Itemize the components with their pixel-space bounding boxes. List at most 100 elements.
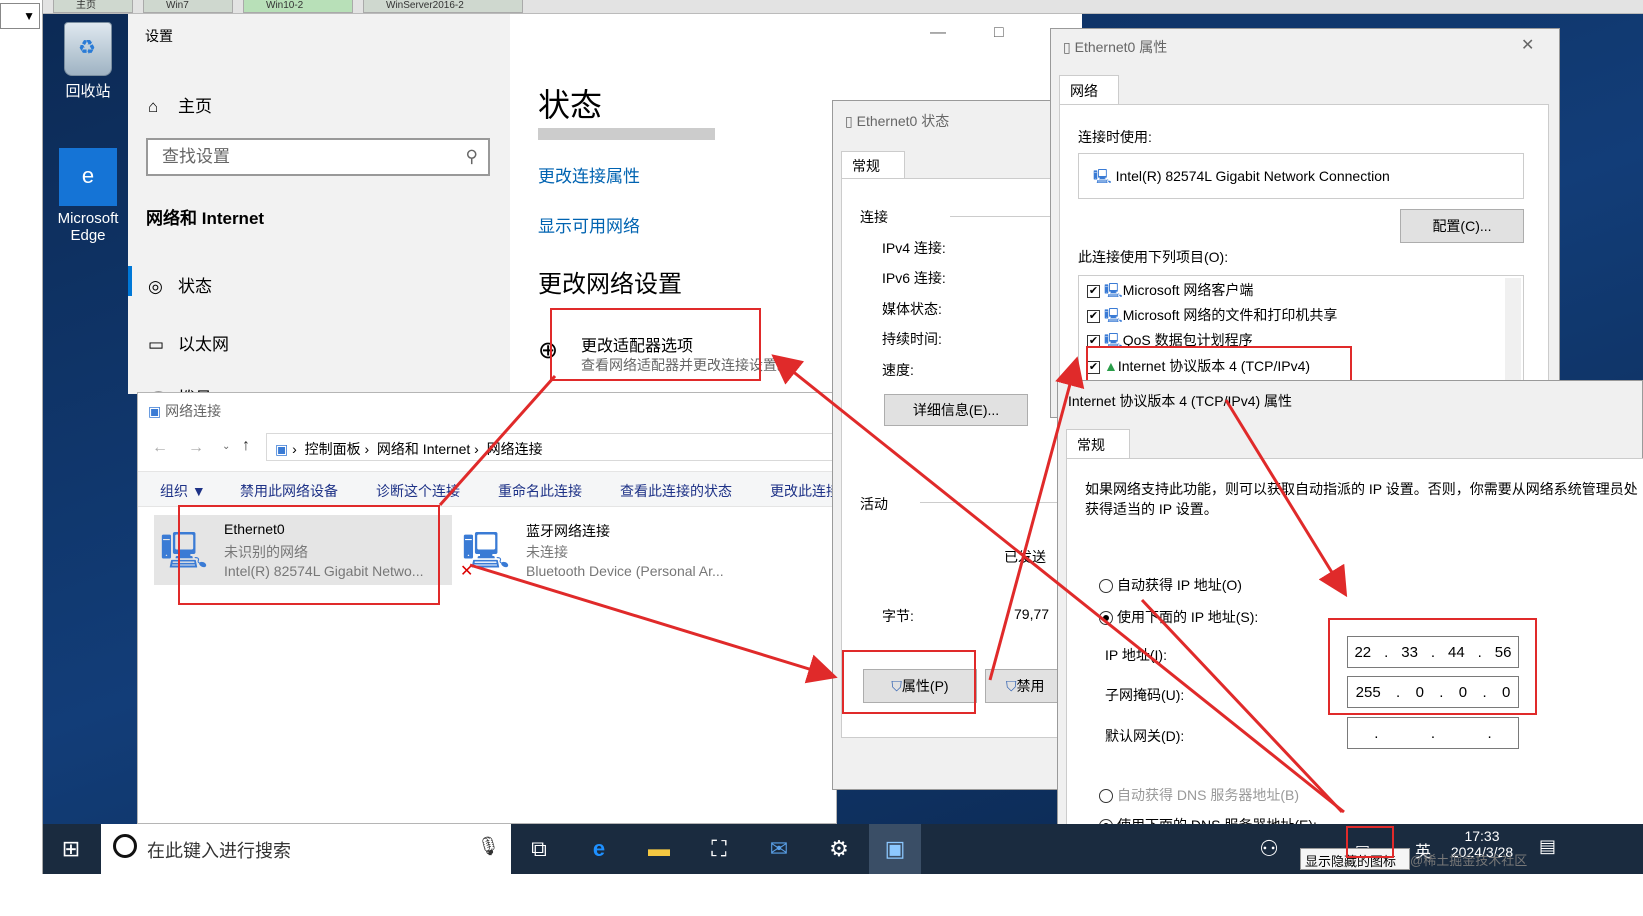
up-icon[interactable]: ↑ [242,437,250,455]
row-speed: 速度: [882,362,914,378]
home-icon: ⌂ [148,97,159,116]
desktop-icon-edge[interactable]: e Microsoft Edge [43,148,133,244]
category-title: 网络和 Internet [146,209,265,228]
desktop-icon-recycle-bin[interactable]: 回收站 [43,22,133,101]
tab-networking[interactable]: 网络 [1059,75,1119,105]
vm-tab[interactable]: WinServer2016-2 [363,0,523,13]
vm-tab[interactable]: Win7 [143,0,233,13]
settings-sidebar: 设置 ⌂主页 查找设置⚲ 网络和 Internet ◎状态 ▭以太网 ☎拨号 [128,14,510,394]
share-icon: 🖳 [1104,307,1123,323]
configure-button[interactable]: 配置(C)... [1400,209,1524,243]
windows-start-icon[interactable]: ⊞ [55,834,87,864]
row-duration: 持续时间: [882,331,942,347]
section-connection: 连接 [860,209,888,225]
list-item[interactable]: ✔ 🖳Microsoft 网络的文件和打印机共享 [1087,305,1337,329]
desktop-icon-label: Edge [70,227,106,244]
task-view-icon[interactable]: ⧉ [523,834,555,864]
watermark: @稀土掘金技术社区 [1410,853,1528,868]
tab-general[interactable]: 常规 [1066,429,1130,459]
back-icon[interactable]: ← [152,439,168,457]
microphone-icon[interactable]: 🎙 [477,836,500,857]
row-ipv6: IPv6 连接: [882,270,946,286]
chevron-down-icon[interactable]: ⌄ [222,441,230,452]
taskbar-search-input[interactable]: 在此键入进行搜索 🎙 [101,824,511,874]
breadcrumb-item: 网络和 Internet [376,441,471,457]
maximize-button[interactable]: □ [994,24,1004,42]
desktop-icon-label: 回收站 [65,83,111,100]
store-icon[interactable]: ⛶ [703,834,735,864]
adapter-name: 蓝牙网络连接 [526,523,610,539]
ipv4-properties-window: Internet 协议版本 4 (TCP/IPv4) 属性 常规 如果网络支持此… [1057,380,1643,831]
auto-dns-radio[interactable]: 自动获得 DNS 服务器地址(B) [1099,785,1299,805]
radio-button[interactable] [1099,611,1113,626]
checkbox[interactable]: ✔ [1087,309,1100,323]
file-explorer-icon[interactable]: ▬ [643,834,675,864]
adapter-item-bluetooth[interactable]: 🖳 ✕ 蓝牙网络连接 未连接 Bluetooth Device (Persona… [460,515,760,585]
nav-ethernet[interactable]: ▭ 以太网 [148,330,229,355]
section-title: 更改网络设置 [538,271,682,298]
host-bottom-strip [0,874,1643,916]
link-change-connection-properties[interactable]: 更改连接属性 [538,162,640,187]
shield-icon: ⛉ [1006,678,1017,694]
breadcrumb-item: 控制面板 [304,441,361,457]
globe-icon: ◎ [148,277,163,296]
close-icon[interactable]: ✕ [1521,35,1534,55]
row-media: 媒体状态: [882,301,942,317]
list-item[interactable]: ✔ 🖳Microsoft 网络客户端 [1087,280,1253,304]
monitor-icon: ▭ [148,335,165,354]
notification-icon[interactable]: ▤ [1539,836,1556,857]
adapter-icon: ▯ [1063,39,1071,55]
checkbox[interactable]: ✔ [1087,284,1100,298]
link-show-available-networks[interactable]: 显示可用网络 [538,212,640,237]
row-ipv4: IPv4 连接: [882,240,946,256]
radio-button[interactable] [1099,789,1113,804]
chevron-down-icon: ▼ [23,9,35,23]
settings-search-input[interactable]: 查找设置 ⚲ [146,138,490,176]
forward-icon[interactable]: → [188,439,204,457]
diagnose-button[interactable]: 诊断这个连接 [376,481,460,501]
mail-icon[interactable]: ✉ [763,834,795,864]
control-panel-icon: ▣ [275,441,289,457]
organize-menu[interactable]: 组织 ▼ [160,481,206,501]
rename-button[interactable]: 重命名此连接 [498,481,582,501]
edge-icon[interactable]: e [583,834,615,864]
settings-gear-icon[interactable]: ⚙ [823,834,855,864]
network-folder-icon: ▣ [148,403,162,419]
annotation-box [550,308,761,381]
recycle-bin-icon [64,22,112,76]
breadcrumb[interactable]: ▣ › 控制面板 › 网络和 Internet › 网络连接 [266,433,838,461]
gateway-field[interactable]: ... [1347,717,1519,749]
radio-button[interactable] [1099,579,1113,594]
auto-ip-radio[interactable]: 自动获得 IP 地址(O) [1099,575,1242,595]
host-sidebar [0,0,43,916]
view-status-button[interactable]: 查看此连接的状态 [620,481,732,501]
description-text: 如果网络支持此功能，则可以获取自动指派的 IP 设置。否则，你需要从网络系统管理… [1085,481,1638,517]
adapter-name-field: 🖳 Intel(R) 82574L Gigabit Network Connec… [1078,153,1524,199]
annotation-box [1328,618,1537,715]
sent-label: 已发送 [1004,549,1046,565]
vm-tab-active[interactable]: Win10-2 [243,0,353,13]
nav-status[interactable]: ◎ 状态 [148,272,212,297]
network-connections-window: ▣ 网络连接 ← → ⌄ ↑ ▣ › 控制面板 › 网络和 Internet ›… [137,392,840,824]
adapter-device: Bluetooth Device (Personal Ar... [526,563,724,579]
search-icon: ⚲ [465,147,478,166]
minimize-button[interactable]: — [930,24,946,42]
vm-tab[interactable]: 主页 [53,0,133,13]
people-icon[interactable]: ⚇ [1253,834,1285,864]
host-dropdown[interactable]: ▼ [0,3,40,29]
disable-button[interactable]: ⛉禁用 [985,669,1063,703]
change-settings-button[interactable]: 更改此连接 [770,481,840,501]
details-button[interactable]: 详细信息(E)... [884,394,1028,426]
network-adapter-icon: 🖳 [1093,168,1112,184]
window-title: Internet 协议版本 4 (TCP/IPv4) 属性 [1068,393,1293,409]
clock-time: 17:33 [1464,828,1500,844]
tab-general[interactable]: 常规 [841,151,905,179]
disable-device-button[interactable]: 禁用此网络设备 [240,481,338,501]
manual-ip-radio[interactable]: 使用下面的 IP 地址(S): [1099,607,1258,627]
subnet-label: 子网掩码(U): [1105,687,1185,703]
section-activity: 活动 [860,496,888,512]
network-connections-taskbar-icon[interactable]: ▣ [869,824,921,874]
annotation-box [1346,826,1394,858]
nav-home[interactable]: ⌂ 主页 [148,92,212,117]
status-banner [538,128,715,140]
